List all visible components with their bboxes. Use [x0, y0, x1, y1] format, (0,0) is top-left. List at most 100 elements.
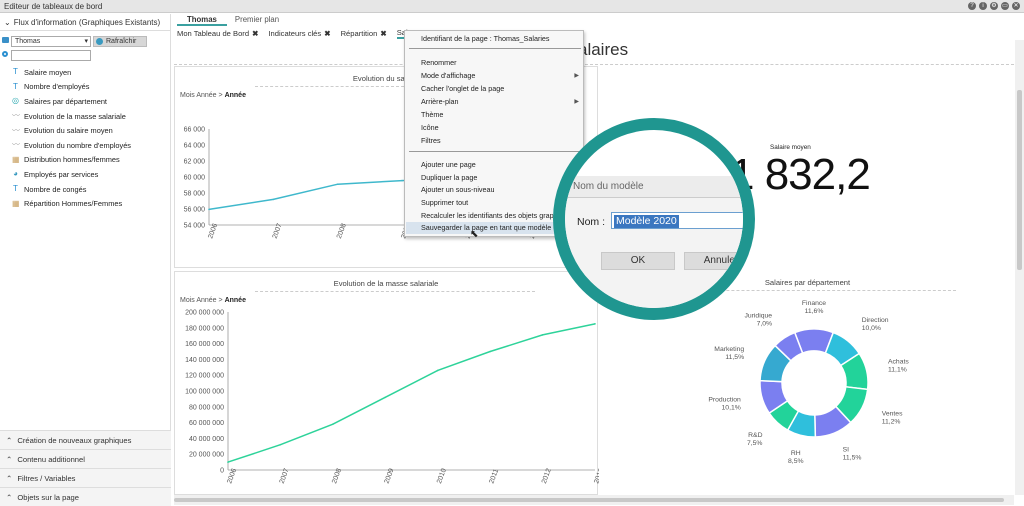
- tab-premier-plan[interactable]: Premier plan: [233, 15, 281, 26]
- menu-item-icone[interactable]: Icône: [421, 122, 439, 134]
- slice-label: SI: [843, 446, 850, 453]
- accordion-header[interactable]: ⌃ Création de nouveaux graphiques: [0, 430, 171, 449]
- chart-list-item-label: Employés par services: [24, 169, 99, 179]
- slice-label: Production: [708, 397, 741, 404]
- accordion-label: Contenu additionnel: [17, 454, 85, 464]
- bar-chart-icon: ▦: [12, 154, 20, 164]
- folder-icon: [2, 37, 9, 43]
- sidebar-section-header[interactable]: ⌄ Flux d'information (Graphiques Existan…: [0, 14, 170, 31]
- series-line: [227, 323, 596, 463]
- chart-list-item-label: Evolution du nombre d'employés: [24, 140, 131, 150]
- accordion-header[interactable]: ⌃ Filtres / Variables: [0, 468, 171, 487]
- close-icon[interactable]: ✖: [252, 29, 258, 38]
- chart-list-item-label: Evolution du salaire moyen: [24, 126, 113, 136]
- sidebar-accordions: ⌃ Création de nouveaux graphiques ⌃ Contenu…: [0, 430, 171, 506]
- close-icon[interactable]: ✖: [324, 29, 330, 38]
- chart-list-item[interactable]: ◕ Employés par services: [0, 167, 171, 182]
- tab-thomas[interactable]: Thomas: [177, 15, 227, 26]
- menu-item-supprimer-tout[interactable]: Supprimer tout: [421, 197, 468, 209]
- menu-separator: [409, 151, 581, 152]
- menu-item-recalculer[interactable]: Recalculer les identifiants des objets g…: [421, 210, 554, 222]
- tab-indicateurs[interactable]: Indicateurs clés ✖: [268, 29, 330, 38]
- slice-label: Achats: [888, 359, 909, 366]
- tab-repartition[interactable]: Répartition ✖: [341, 29, 387, 38]
- info-icon[interactable]: i: [979, 2, 987, 10]
- chart-list-item[interactable]: ◎ Salaires par département: [0, 94, 171, 109]
- y-tick-label: 0: [220, 468, 224, 475]
- menu-separator: [409, 48, 581, 49]
- line-chart-icon: 〰: [12, 111, 20, 121]
- chart-list-item[interactable]: 〰 Evolution du nombre d'employés: [0, 138, 171, 153]
- help-icon[interactable]: ?: [968, 2, 976, 10]
- data-point: [279, 443, 282, 446]
- chevron-down-icon: ⌄: [4, 17, 11, 27]
- menu-item-sauvegarder-modele[interactable]: Sauvegarder la page en tant que modèle: [421, 222, 551, 234]
- refresh-button[interactable]: Rafraîchir: [93, 36, 147, 47]
- slice-value: 11,1%: [888, 367, 907, 374]
- menu-item-cacher-onglet[interactable]: Cacher l'onglet de la page: [421, 83, 504, 95]
- accordion-header[interactable]: ⌃ Contenu additionnel: [0, 449, 171, 468]
- chevron-up-icon: ⌃: [6, 473, 13, 483]
- horizontal-scrollbar[interactable]: [174, 495, 1014, 505]
- chart-list-item[interactable]: 〰 Evolution du salaire moyen: [0, 123, 171, 138]
- y-tick-label: 54 000: [184, 223, 206, 230]
- chart-list-item-label: Salaire moyen: [24, 67, 72, 77]
- chart-list-item[interactable]: ▦ Distribution hommes/femmes: [0, 153, 171, 168]
- dashboard-select[interactable]: Thomas: [11, 36, 91, 47]
- data-point: [384, 396, 387, 399]
- y-tick-label: 100 000 000: [185, 389, 224, 396]
- y-tick-label: 120 000 000: [185, 373, 224, 380]
- divider: [174, 64, 1014, 65]
- data-point: [401, 179, 403, 182]
- slice-value: 8,5%: [788, 458, 804, 465]
- chart-list-item[interactable]: T Nombre de congés: [0, 182, 171, 197]
- menu-item-ajouter-sous-niveau[interactable]: Ajouter un sous-niveau: [421, 184, 495, 196]
- menu-item-dupliquer-page[interactable]: Dupliquer la page: [421, 172, 477, 184]
- refresh-label: Rafraîchir: [106, 38, 137, 45]
- close-icon[interactable]: ✕: [1012, 2, 1020, 10]
- data-point: [489, 350, 491, 353]
- page-tabs: Mon Tableau de Bord ✖ Indicateurs clés ✖ R…: [177, 27, 412, 39]
- accordion-label: Objets sur la page: [17, 492, 80, 502]
- menu-item-arriere-plan[interactable]: Arrière-plan: [421, 96, 459, 108]
- chart-list-item-label: Salaires par département: [24, 96, 107, 106]
- chart-list-item[interactable]: ▦ Répartition Hommes/Femmes: [0, 196, 171, 211]
- tab-label: Indicateurs clés: [268, 28, 322, 38]
- chevron-up-icon: ⌃: [6, 435, 13, 445]
- page-title: alaires: [578, 40, 629, 59]
- menu-item-theme[interactable]: Thème: [421, 109, 443, 121]
- slice-label: Finance: [802, 300, 826, 307]
- menu-item-ajouter-page[interactable]: Ajouter une page: [421, 159, 476, 171]
- vertical-scrollbar[interactable]: [1015, 40, 1024, 495]
- refresh-icon: [96, 38, 103, 45]
- cancel-button[interactable]: Annuler: [684, 252, 743, 270]
- slice-label: Marketing: [714, 346, 744, 353]
- chart-panel-masse[interactable]: Evolution de la masse salariale Mois Ann…: [174, 271, 599, 495]
- search-input[interactable]: [11, 50, 91, 61]
- restore-icon[interactable]: ▭: [1001, 2, 1009, 10]
- chart-list-item-label: Distribution hommes/femmes: [24, 155, 120, 165]
- menu-item-renommer[interactable]: Renommer: [421, 57, 457, 69]
- line-chart-icon: 〰: [12, 125, 20, 135]
- mouse-cursor-icon: ⬉: [470, 229, 479, 240]
- slice-value: 11,6%: [805, 308, 824, 315]
- ok-button[interactable]: OK: [601, 252, 675, 270]
- menu-item-identifiant: Identifiant de la page : Thomas_Salaries: [421, 34, 550, 43]
- tab-mon-tableau[interactable]: Mon Tableau de Bord ✖: [177, 29, 258, 38]
- chart-list-item[interactable]: T Nombre d'employés: [0, 80, 171, 95]
- chart-list-item[interactable]: 〰 Evolution de la masse salariale: [0, 109, 171, 124]
- scroll-thumb[interactable]: [1017, 90, 1022, 270]
- settings-icon[interactable]: ⚙: [990, 2, 998, 10]
- slice-label: Direction: [862, 317, 889, 324]
- close-icon[interactable]: ✖: [380, 29, 386, 38]
- menu-item-filtres[interactable]: Filtres: [421, 135, 441, 147]
- menu-item-mode-affichage[interactable]: Mode d'affichage: [421, 70, 475, 82]
- accordion-header[interactable]: ⌃ Objets sur la page: [0, 487, 171, 506]
- scroll-thumb[interactable]: [174, 498, 1004, 502]
- text-icon: T: [13, 67, 18, 77]
- y-tick-label: 60 000 000: [189, 420, 224, 427]
- model-name-input[interactable]: Modèle 2020: [611, 212, 743, 229]
- chart-list-item[interactable]: T Salaire moyen: [0, 65, 171, 80]
- accordion-label: Création de nouveaux graphiques: [17, 435, 132, 445]
- data-point: [208, 208, 210, 211]
